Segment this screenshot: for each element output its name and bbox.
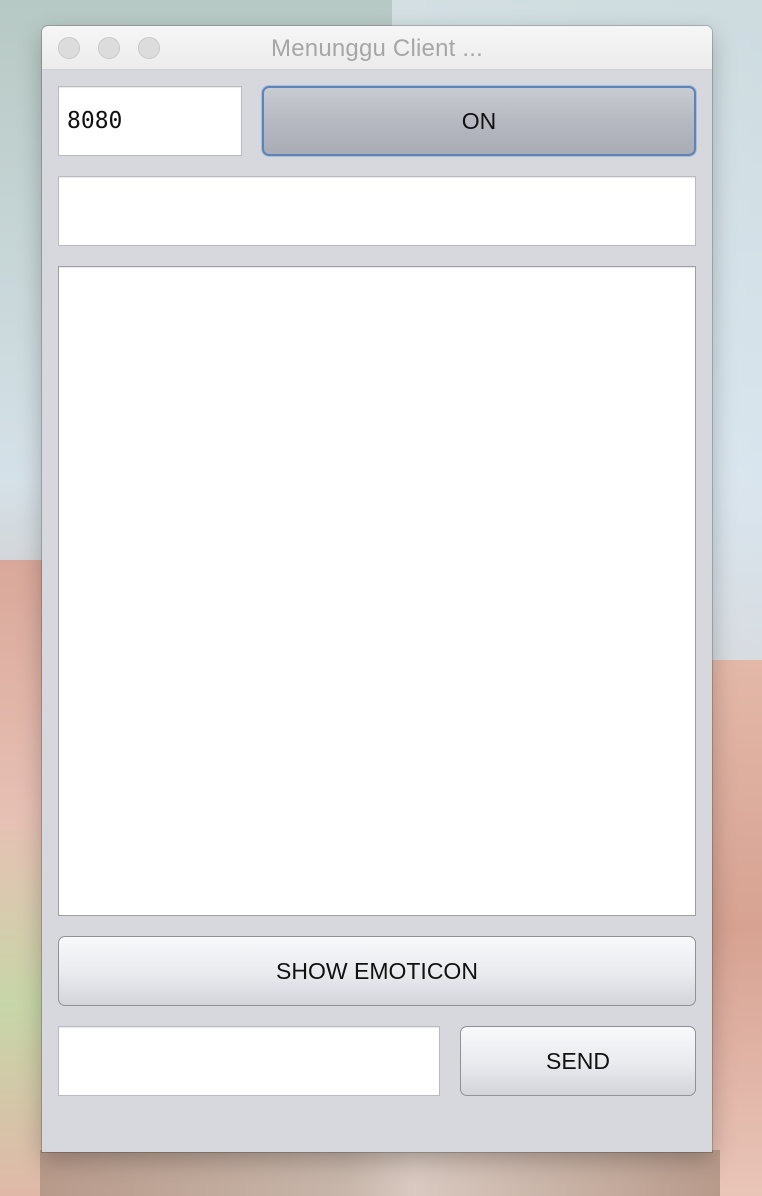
app-window: Menunggu Client ... ON SHOW EMOTICON SEN… bbox=[42, 26, 712, 1152]
background-bottom bbox=[40, 1150, 720, 1196]
title-bar[interactable]: Menunggu Client ... bbox=[42, 26, 712, 70]
on-button[interactable]: ON bbox=[262, 86, 696, 156]
port-field-container bbox=[58, 86, 242, 156]
send-button[interactable]: SEND bbox=[460, 1026, 696, 1096]
show-emoticon-button[interactable]: SHOW EMOTICON bbox=[58, 936, 696, 1006]
ip-input[interactable] bbox=[59, 177, 695, 245]
port-input[interactable] bbox=[59, 87, 241, 155]
chat-log-area[interactable] bbox=[58, 266, 696, 916]
window-title: Menunggu Client ... bbox=[271, 35, 483, 62]
message-input[interactable] bbox=[59, 1027, 439, 1095]
ip-field-container bbox=[58, 176, 696, 246]
message-field-container bbox=[58, 1026, 440, 1096]
